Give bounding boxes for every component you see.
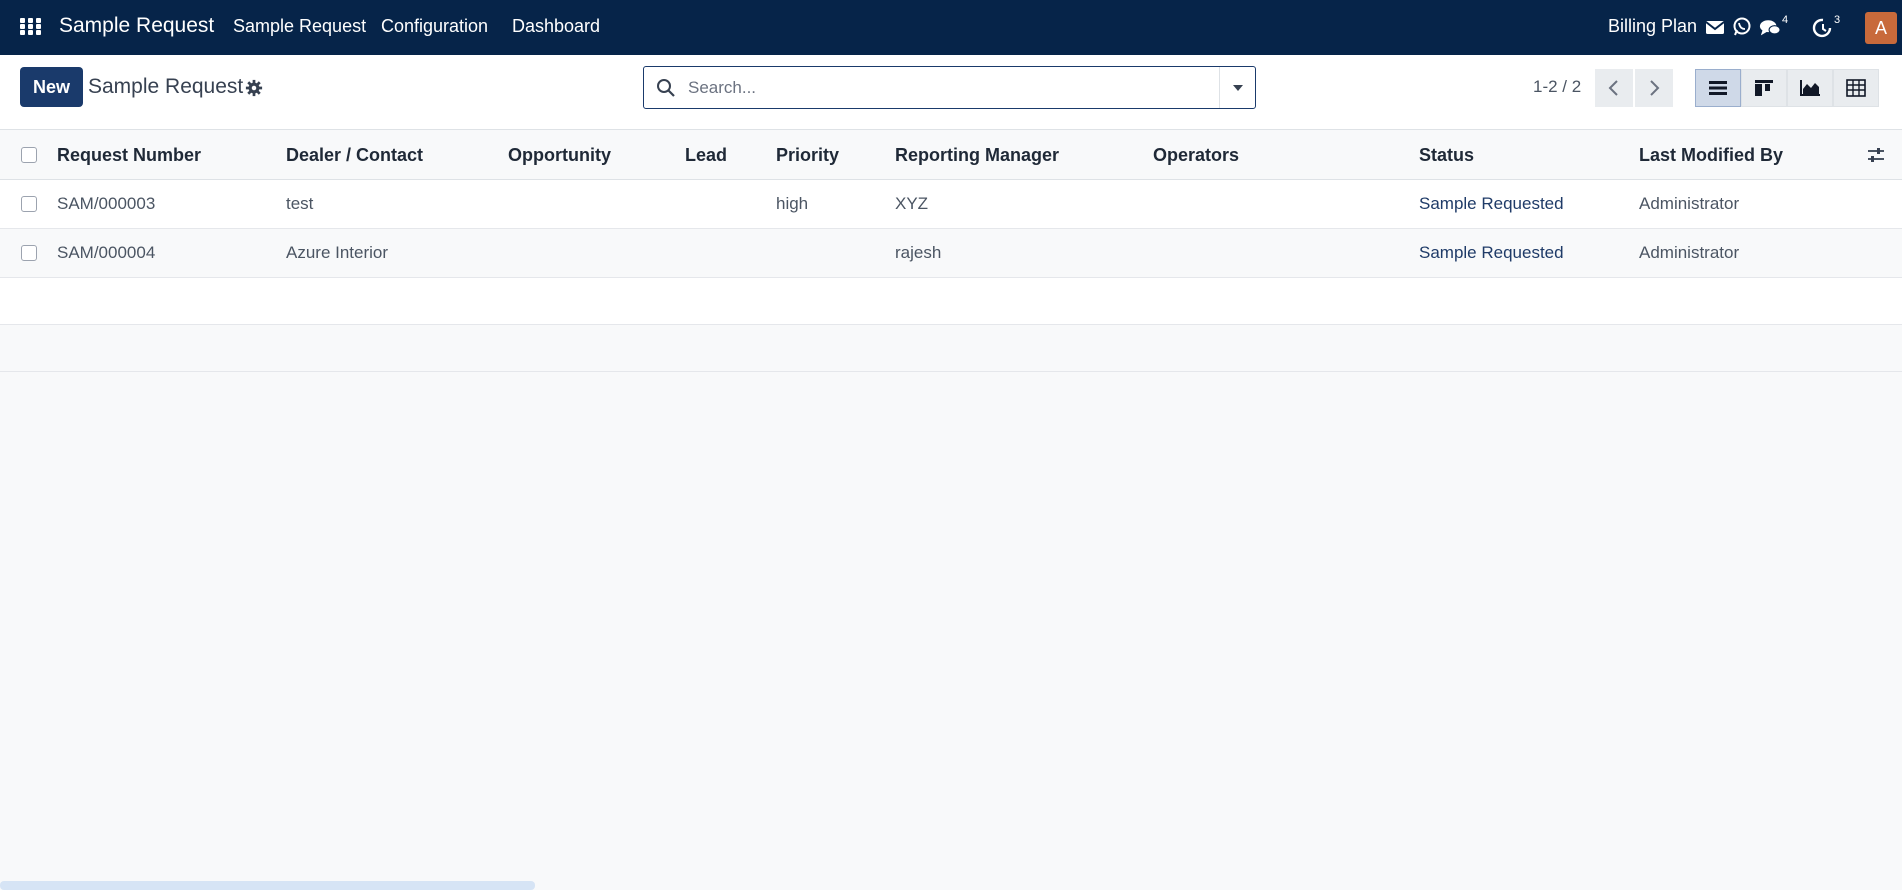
pivot-view-button[interactable]: [1833, 69, 1879, 107]
user-avatar[interactable]: A: [1865, 12, 1897, 44]
cell-dealer-contact: Azure Interior: [286, 243, 389, 262]
cell-request-number: SAM/000004: [57, 243, 156, 262]
list-view-icon: [1709, 81, 1727, 95]
search-icon: [657, 79, 675, 97]
column-priority[interactable]: Priority: [776, 145, 839, 166]
chevron-left-icon: [1608, 80, 1618, 96]
table-row[interactable]: SAM/000004 Azure Interior rajesh Sample …: [0, 229, 1902, 278]
horizontal-scrollbar[interactable]: [0, 881, 535, 890]
new-button[interactable]: New: [20, 67, 83, 107]
menu-sample-request[interactable]: Sample Request: [233, 16, 366, 37]
control-panel: New Sample Request 1-2 / 2: [0, 55, 1902, 130]
cell-reporting-manager: rajesh: [895, 243, 942, 262]
cell-reporting-manager: XYZ: [895, 194, 929, 213]
caret-down-icon: [1232, 84, 1243, 91]
records-table: Request Number Dealer / Contact Opportun…: [0, 130, 1902, 372]
top-navbar: Sample Request Sample Request Configurat…: [0, 0, 1902, 55]
search-input[interactable]: [688, 75, 1188, 101]
cell-status: Sample Requested: [1419, 194, 1564, 213]
search-options-toggle[interactable]: [1219, 67, 1255, 108]
row-checkbox[interactable]: [21, 196, 37, 212]
column-opportunity[interactable]: Opportunity: [508, 145, 611, 166]
cell-last-modified-by: Administrator: [1639, 243, 1740, 262]
table-row[interactable]: SAM/000003 test high XYZ Sample Requeste…: [0, 180, 1902, 229]
kanban-view-button[interactable]: [1741, 69, 1787, 107]
row-checkbox[interactable]: [21, 245, 37, 261]
pager-next-button[interactable]: [1635, 69, 1673, 107]
pager-value[interactable]: 1-2 / 2: [1533, 77, 1581, 97]
menu-configuration[interactable]: Configuration: [381, 16, 488, 37]
cell-priority: high: [776, 194, 809, 213]
column-operators[interactable]: Operators: [1153, 145, 1239, 166]
area-chart-icon: [1800, 80, 1820, 96]
column-dealer-contact[interactable]: Dealer / Contact: [286, 145, 423, 166]
cell-dealer-contact: test: [286, 194, 314, 213]
whatsapp-icon[interactable]: [1731, 16, 1753, 38]
search-bar: [643, 66, 1256, 109]
app-brand[interactable]: Sample Request: [59, 14, 214, 38]
select-all-checkbox[interactable]: [21, 147, 37, 163]
activity-clock-icon[interactable]: [1812, 17, 1834, 39]
cell-status: Sample Requested: [1419, 243, 1564, 262]
optional-columns-icon[interactable]: [1866, 145, 1886, 165]
kanban-view-icon: [1755, 80, 1773, 96]
pager-previous-button[interactable]: [1595, 69, 1633, 107]
column-reporting-manager[interactable]: Reporting Manager: [895, 145, 1059, 166]
table-header: Request Number Dealer / Contact Opportun…: [0, 130, 1902, 180]
column-last-modified-by[interactable]: Last Modified By: [1639, 145, 1783, 166]
column-request-number[interactable]: Request Number: [57, 145, 201, 166]
cell-last-modified-by: Administrator: [1639, 194, 1740, 213]
chevron-right-icon: [1650, 80, 1660, 96]
menu-dashboard[interactable]: Dashboard: [512, 16, 600, 37]
list-view-button[interactable]: [1695, 69, 1741, 107]
chat-icon[interactable]: [1759, 17, 1781, 39]
column-status[interactable]: Status: [1419, 145, 1474, 166]
pivot-table-icon: [1846, 79, 1866, 97]
empty-row: [0, 325, 1902, 372]
apps-menu-icon[interactable]: [20, 18, 41, 36]
column-lead[interactable]: Lead: [685, 145, 727, 166]
envelope-icon[interactable]: [1704, 17, 1726, 39]
page-title: Sample Request: [88, 75, 244, 98]
empty-row: [0, 278, 1902, 325]
billing-plan-link[interactable]: Billing Plan: [1608, 16, 1697, 37]
gear-icon[interactable]: [245, 79, 263, 97]
cell-request-number: SAM/000003: [57, 194, 156, 213]
messages-badge: 4: [1782, 14, 1789, 26]
graph-view-button[interactable]: [1787, 69, 1833, 107]
activities-badge: 3: [1834, 14, 1841, 26]
